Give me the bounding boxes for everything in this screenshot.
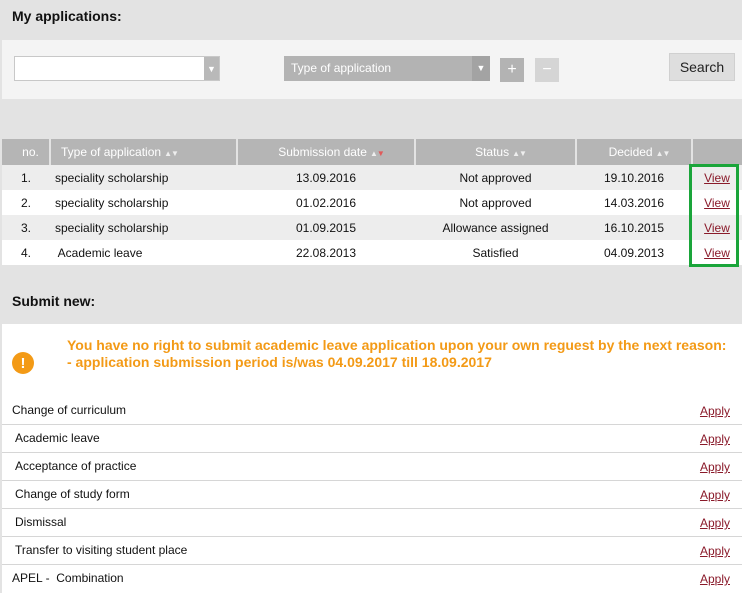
application-types-list: Change of curriculum Apply Academic leav… <box>2 397 742 593</box>
sort-icon[interactable]: ▲▼ <box>164 149 179 158</box>
warning-line-1: You have no right to submit academic lea… <box>67 337 727 353</box>
cell-decided: 19.10.2016 <box>576 165 692 190</box>
cell-decided: 16.10.2015 <box>576 215 692 240</box>
application-type-label: APEL - Combination <box>12 571 124 585</box>
add-button[interactable]: + <box>500 58 524 82</box>
my-applications-title: My applications: <box>12 8 122 24</box>
application-type-label: Academic leave <box>15 431 100 445</box>
exclamation-icon: ! <box>12 352 34 374</box>
chevron-down-icon[interactable]: ▼ <box>472 56 490 81</box>
cell-no: 4. <box>2 240 50 265</box>
cell-action: View <box>692 215 742 240</box>
cell-type: speciality scholarship <box>50 165 237 190</box>
table-row: 2. speciality scholarship 01.02.2016 Not… <box>2 190 742 215</box>
apply-link[interactable]: Apply <box>700 432 730 446</box>
column-header-type[interactable]: Type of application ▲▼ <box>50 139 238 165</box>
cell-submission-date: 01.09.2015 <box>237 215 415 240</box>
cell-decided: 04.09.2013 <box>576 240 692 265</box>
cell-status: Satisfied <box>415 240 576 265</box>
cell-status: Allowance assigned <box>415 215 576 240</box>
cell-no: 3. <box>2 215 50 240</box>
cell-status: Not approved <box>415 165 576 190</box>
view-link[interactable]: View <box>704 171 730 185</box>
application-type-label: Change of study form <box>15 487 130 501</box>
cell-decided: 14.03.2016 <box>576 190 692 215</box>
apply-link[interactable]: Apply <box>700 572 730 586</box>
application-type-label: Change of curriculum <box>12 403 127 417</box>
apply-link[interactable]: Apply <box>700 404 730 418</box>
cell-action: View <box>692 165 742 190</box>
list-item: Academic leave Apply <box>2 425 742 453</box>
cell-submission-date: 01.02.2016 <box>237 190 415 215</box>
list-item: Dismissal Apply <box>2 509 742 537</box>
list-item: Change of study form Apply <box>2 481 742 509</box>
apply-link[interactable]: Apply <box>700 488 730 502</box>
view-link[interactable]: View <box>704 246 730 260</box>
sort-icon[interactable]: ▲▼ <box>512 149 527 158</box>
list-item: Acceptance of practice Apply <box>2 453 742 481</box>
apply-link[interactable]: Apply <box>700 544 730 558</box>
cell-no: 1. <box>2 165 50 190</box>
submit-new-title: Submit new: <box>12 293 96 309</box>
submit-new-panel: ! You have no right to submit academic l… <box>2 324 742 593</box>
application-type-label: Dismissal <box>15 515 67 529</box>
cell-type: speciality scholarship <box>50 215 237 240</box>
column-header-action <box>692 139 742 165</box>
cell-type: Academic leave <box>50 240 237 265</box>
cell-no: 2. <box>2 190 50 215</box>
chevron-down-icon[interactable]: ▼ <box>204 57 219 80</box>
cell-submission-date: 22.08.2013 <box>237 240 415 265</box>
table-header-row: no. Type of application ▲▼ Submission dat… <box>2 139 742 165</box>
list-item: APEL - Combination Apply <box>2 565 742 593</box>
sort-icon[interactable]: ▲▼ <box>370 149 385 158</box>
type-select-label: Type of application <box>291 61 392 75</box>
cell-action: View <box>692 190 742 215</box>
column-header-decided[interactable]: Decided ▲▼ <box>576 139 693 165</box>
warning-message: You have no right to submit academic lea… <box>67 337 727 371</box>
warning-line-2: - application submission period is/was 0… <box>67 354 492 370</box>
apply-link[interactable]: Apply <box>700 460 730 474</box>
view-link[interactable]: View <box>704 196 730 210</box>
list-item: Transfer to visiting student place Apply <box>2 537 742 565</box>
search-button[interactable]: Search <box>669 53 735 81</box>
application-combo-input[interactable]: ▼ <box>14 56 220 81</box>
cell-submission-date: 13.09.2016 <box>237 165 415 190</box>
table-row: 4. Academic leave 22.08.2013 Satisfied 0… <box>2 240 742 265</box>
column-header-no: no. <box>2 139 51 165</box>
application-type-label: Transfer to visiting student place <box>15 543 188 557</box>
cell-type: speciality scholarship <box>50 190 237 215</box>
list-item: Change of curriculum Apply <box>2 397 742 425</box>
cell-action: View <box>692 240 742 265</box>
apply-link[interactable]: Apply <box>700 516 730 530</box>
type-of-application-select[interactable]: Type of application ▼ <box>284 56 490 81</box>
applications-table: no. Type of application ▲▼ Submission dat… <box>2 139 742 265</box>
view-link[interactable]: View <box>704 221 730 235</box>
column-header-status[interactable]: Status ▲▼ <box>415 139 577 165</box>
application-type-label: Acceptance of practice <box>15 459 137 473</box>
filter-panel: ▼ Type of application ▼ + − Search <box>2 40 742 99</box>
cell-status: Not approved <box>415 190 576 215</box>
sort-icon[interactable]: ▲▼ <box>656 149 671 158</box>
table-row: 3. speciality scholarship 01.09.2015 All… <box>2 215 742 240</box>
table-row: 1. speciality scholarship 13.09.2016 Not… <box>2 165 742 190</box>
column-header-submission-date[interactable]: Submission date ▲▼ <box>237 139 416 165</box>
remove-button[interactable]: − <box>535 58 559 82</box>
